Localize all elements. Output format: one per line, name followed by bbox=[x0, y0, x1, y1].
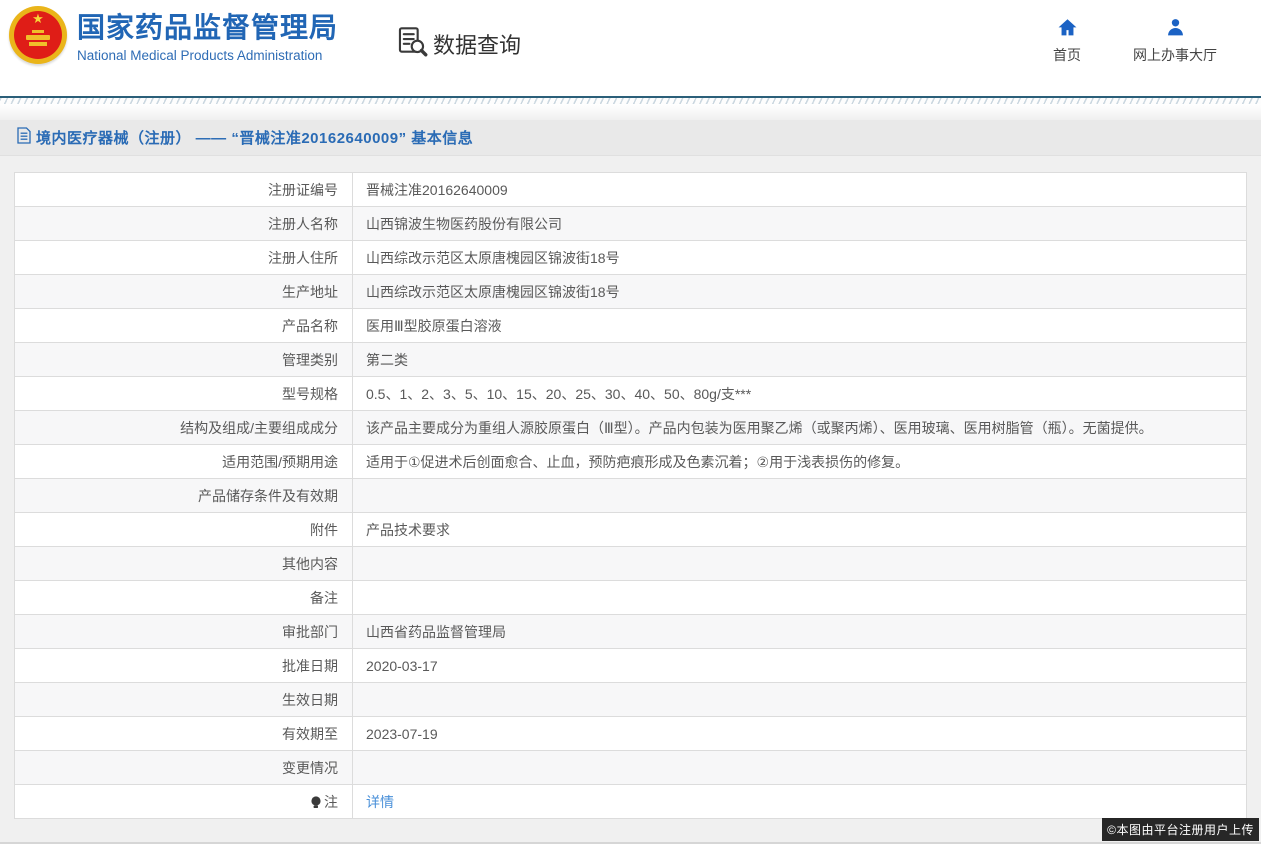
nmpa-logo[interactable]: ★ bbox=[9, 6, 67, 64]
field-label: 附件 bbox=[15, 513, 353, 547]
field-label: 注册证编号 bbox=[15, 173, 353, 207]
table-row: 生产地址山西综改示范区太原唐槐园区锦波街18号 bbox=[15, 275, 1247, 309]
field-label: 批准日期 bbox=[15, 649, 353, 683]
table-row: 适用范围/预期用途适用于①促进术后创面愈合、止血，预防疤痕形成及色素沉着；②用于… bbox=[15, 445, 1247, 479]
org-title-block[interactable]: 国家药品监督管理局 National Medical Products Admi… bbox=[77, 11, 338, 63]
table-row: 注 详情 bbox=[15, 785, 1247, 819]
field-value: 产品技术要求 bbox=[353, 513, 1247, 547]
user-icon bbox=[1165, 17, 1186, 38]
field-label-text: 注 bbox=[324, 794, 338, 810]
field-value bbox=[353, 581, 1247, 615]
field-value: 晋械注准20162640009 bbox=[353, 173, 1247, 207]
field-value: 2023-07-19 bbox=[353, 717, 1247, 751]
site-header: ★ 国家药品监督管理局 National Medical Products Ad… bbox=[0, 0, 1261, 96]
field-label: 生效日期 bbox=[15, 683, 353, 717]
gate-icon bbox=[26, 35, 50, 40]
org-name-zh: 国家药品监督管理局 bbox=[77, 11, 338, 45]
table-row: 型号规格0.5、1、2、3、5、10、15、20、25、30、40、50、80g… bbox=[15, 377, 1247, 411]
data-query-section[interactable]: 数据查询 bbox=[395, 24, 521, 63]
home-icon bbox=[1057, 17, 1078, 38]
note-icon bbox=[310, 796, 322, 812]
field-value: 山西锦波生物医药股份有限公司 bbox=[353, 207, 1247, 241]
field-value: 详情 bbox=[353, 785, 1247, 819]
content-area: 注册证编号晋械注准20162640009 注册人名称山西锦波生物医药股份有限公司… bbox=[0, 156, 1261, 819]
star-icon: ★ bbox=[32, 12, 44, 25]
table-row: 生效日期 bbox=[15, 683, 1247, 717]
table-row: 产品名称医用Ⅲ型胶原蛋白溶液 bbox=[15, 309, 1247, 343]
field-label: 适用范围/预期用途 bbox=[15, 445, 353, 479]
field-value: 山西省药品监督管理局 bbox=[353, 615, 1247, 649]
document-icon bbox=[17, 127, 31, 149]
field-label: 产品名称 bbox=[15, 309, 353, 343]
table-row: 批准日期2020-03-17 bbox=[15, 649, 1247, 683]
field-value: 2020-03-17 bbox=[353, 649, 1247, 683]
field-value bbox=[353, 547, 1247, 581]
field-value: 适用于①促进术后创面愈合、止血，预防疤痕形成及色素沉着；②用于浅表损伤的修复。 bbox=[353, 445, 1247, 479]
field-label: 变更情况 bbox=[15, 751, 353, 785]
nav-home-label: 首页 bbox=[1053, 45, 1081, 65]
table-row: 注册证编号晋械注准20162640009 bbox=[15, 173, 1247, 207]
field-label: 有效期至 bbox=[15, 717, 353, 751]
field-label: 产品储存条件及有效期 bbox=[15, 479, 353, 513]
field-label: 结构及组成/主要组成成分 bbox=[15, 411, 353, 445]
field-value: 第二类 bbox=[353, 343, 1247, 377]
table-row: 附件产品技术要求 bbox=[15, 513, 1247, 547]
field-value: 山西综改示范区太原唐槐园区锦波街18号 bbox=[353, 241, 1247, 275]
table-row: 产品储存条件及有效期 bbox=[15, 479, 1247, 513]
table-row: 审批部门山西省药品监督管理局 bbox=[15, 615, 1247, 649]
table-row: 备注 bbox=[15, 581, 1247, 615]
table-row: 变更情况 bbox=[15, 751, 1247, 785]
field-value bbox=[353, 479, 1247, 513]
field-label: 其他内容 bbox=[15, 547, 353, 581]
page-title-bar: 境内医疗器械（注册） —— “晋械注准20162640009” 基本信息 bbox=[0, 120, 1261, 156]
field-label: 注 bbox=[15, 785, 353, 819]
field-value bbox=[353, 683, 1247, 717]
field-label: 型号规格 bbox=[15, 377, 353, 411]
detail-link[interactable]: 详情 bbox=[366, 794, 394, 810]
nav-online-hall-label: 网上办事大厅 bbox=[1133, 45, 1217, 65]
field-label: 备注 bbox=[15, 581, 353, 615]
field-label: 注册人名称 bbox=[15, 207, 353, 241]
field-label: 生产地址 bbox=[15, 275, 353, 309]
data-query-label: 数据查询 bbox=[433, 28, 521, 60]
field-label: 注册人住所 bbox=[15, 241, 353, 275]
image-watermark: ©本图由平台注册用户上传 bbox=[1102, 818, 1259, 841]
doc-search-icon bbox=[395, 24, 429, 63]
table-row: 注册人名称山西锦波生物医药股份有限公司 bbox=[15, 207, 1247, 241]
table-row: 结构及组成/主要组成成分该产品主要成分为重组人源胶原蛋白（Ⅲ型）。产品内包装为医… bbox=[15, 411, 1247, 445]
field-value: 山西综改示范区太原唐槐园区锦波街18号 bbox=[353, 275, 1247, 309]
table-row: 其他内容 bbox=[15, 547, 1247, 581]
field-label: 管理类别 bbox=[15, 343, 353, 377]
national-emblem-icon: ★ bbox=[9, 6, 67, 64]
field-value: 0.5、1、2、3、5、10、15、20、25、30、40、50、80g/支**… bbox=[353, 377, 1247, 411]
nav-home[interactable]: 首页 bbox=[1053, 17, 1081, 65]
table-row: 注册人住所山西综改示范区太原唐槐园区锦波街18号 bbox=[15, 241, 1247, 275]
table-row: 管理类别第二类 bbox=[15, 343, 1247, 377]
registration-info-table: 注册证编号晋械注准20162640009 注册人名称山西锦波生物医药股份有限公司… bbox=[14, 172, 1247, 819]
field-label: 审批部门 bbox=[15, 615, 353, 649]
field-value bbox=[353, 751, 1247, 785]
header-fade bbox=[0, 104, 1261, 120]
table-row: 有效期至2023-07-19 bbox=[15, 717, 1247, 751]
page-title: 境内医疗器械（注册） —— “晋械注准20162640009” 基本信息 bbox=[36, 127, 473, 148]
nav-online-hall[interactable]: 网上办事大厅 bbox=[1133, 17, 1217, 65]
header-nav: 首页 网上办事大厅 bbox=[1053, 17, 1217, 65]
field-value: 医用Ⅲ型胶原蛋白溶液 bbox=[353, 309, 1247, 343]
org-name-en: National Medical Products Administration bbox=[77, 48, 338, 63]
field-value: 该产品主要成分为重组人源胶原蛋白（Ⅲ型）。产品内包装为医用聚乙烯（或聚丙烯）、医… bbox=[353, 411, 1247, 445]
